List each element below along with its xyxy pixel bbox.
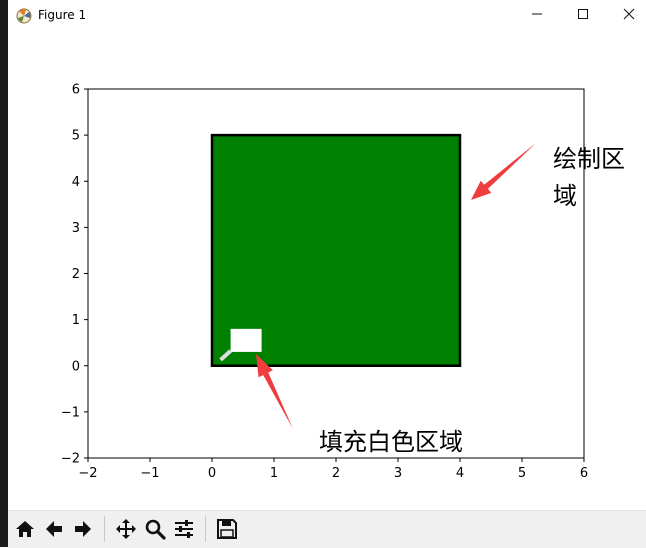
y-tick-label: 0 (72, 359, 80, 374)
close-button[interactable] (606, 0, 646, 32)
x-tick-label: 2 (332, 466, 340, 481)
home-icon (15, 521, 34, 537)
minimize-icon (532, 13, 542, 15)
x-tick-label: 4 (456, 466, 464, 481)
plot-svg: −2 −1 0 1 2 3 4 5 6 −2 −1 0 1 2 3 4 5 6 绘制区 域 填充白色区域 (61, 83, 625, 482)
toolbar-separator (205, 516, 206, 542)
subplots-config-icon (174, 520, 193, 538)
forward-button[interactable] (69, 515, 96, 543)
maximize-icon (578, 9, 588, 19)
x-tick-label: 1 (270, 466, 278, 481)
y-axis-ticks: −2 −1 0 1 2 3 4 5 6 (61, 83, 88, 467)
x-tick-label: −2 (78, 466, 97, 481)
window-title: Figure 1 (38, 8, 87, 22)
configure-subplots-button[interactable] (170, 515, 197, 543)
pan-icon (115, 519, 136, 539)
y-tick-label: 4 (72, 175, 80, 190)
save-button[interactable] (213, 515, 240, 543)
toolbar-separator (104, 516, 105, 542)
back-icon (45, 521, 62, 537)
y-tick-label: 6 (72, 83, 80, 98)
x-tick-label: 3 (394, 466, 402, 481)
y-tick-label: 2 (72, 267, 80, 282)
x-tick-label: 0 (208, 466, 216, 481)
x-axis-ticks: −2 −1 0 1 2 3 4 5 6 (78, 458, 588, 481)
white-rectangle-patch (230, 328, 262, 352)
annotation-fill-white-area: 填充白色区域 (319, 428, 463, 456)
zoom-button[interactable] (141, 515, 168, 543)
forward-icon (74, 521, 91, 537)
navigation-toolbar (8, 510, 646, 548)
figure-canvas[interactable]: −2 −1 0 1 2 3 4 5 6 −2 −1 0 1 2 3 4 5 6 绘制区 域 填充白色区域 (8, 32, 646, 510)
x-tick-label: 6 (580, 466, 588, 481)
app-icon (16, 8, 32, 24)
x-tick-label: 5 (518, 466, 526, 481)
x-tick-label: −1 (140, 466, 159, 481)
save-icon (216, 519, 237, 539)
y-tick-label: 5 (72, 129, 80, 144)
zoom-icon (145, 519, 166, 540)
home-button[interactable] (11, 515, 38, 543)
maximize-button[interactable] (560, 0, 606, 32)
y-tick-label: −1 (61, 405, 80, 420)
back-button[interactable] (40, 515, 67, 543)
pan-button[interactable] (112, 515, 139, 543)
y-tick-label: −2 (61, 452, 80, 467)
title-bar[interactable]: Figure 1 (8, 0, 646, 32)
y-tick-label: 1 (72, 313, 80, 328)
figure-window: Figure 1 −2 −1 0 1 2 3 4 5 6 −2 −1 0 1 2 3 4 5 6 绘制区 域 填 (0, 0, 646, 548)
close-icon (623, 8, 635, 20)
window-left-edge (0, 0, 8, 547)
minimize-button[interactable] (514, 0, 560, 32)
y-tick-label: 3 (72, 221, 80, 236)
annotation-draw-area-line2: 域 (553, 182, 577, 210)
annotation-draw-area-line1: 绘制区 (553, 145, 625, 173)
